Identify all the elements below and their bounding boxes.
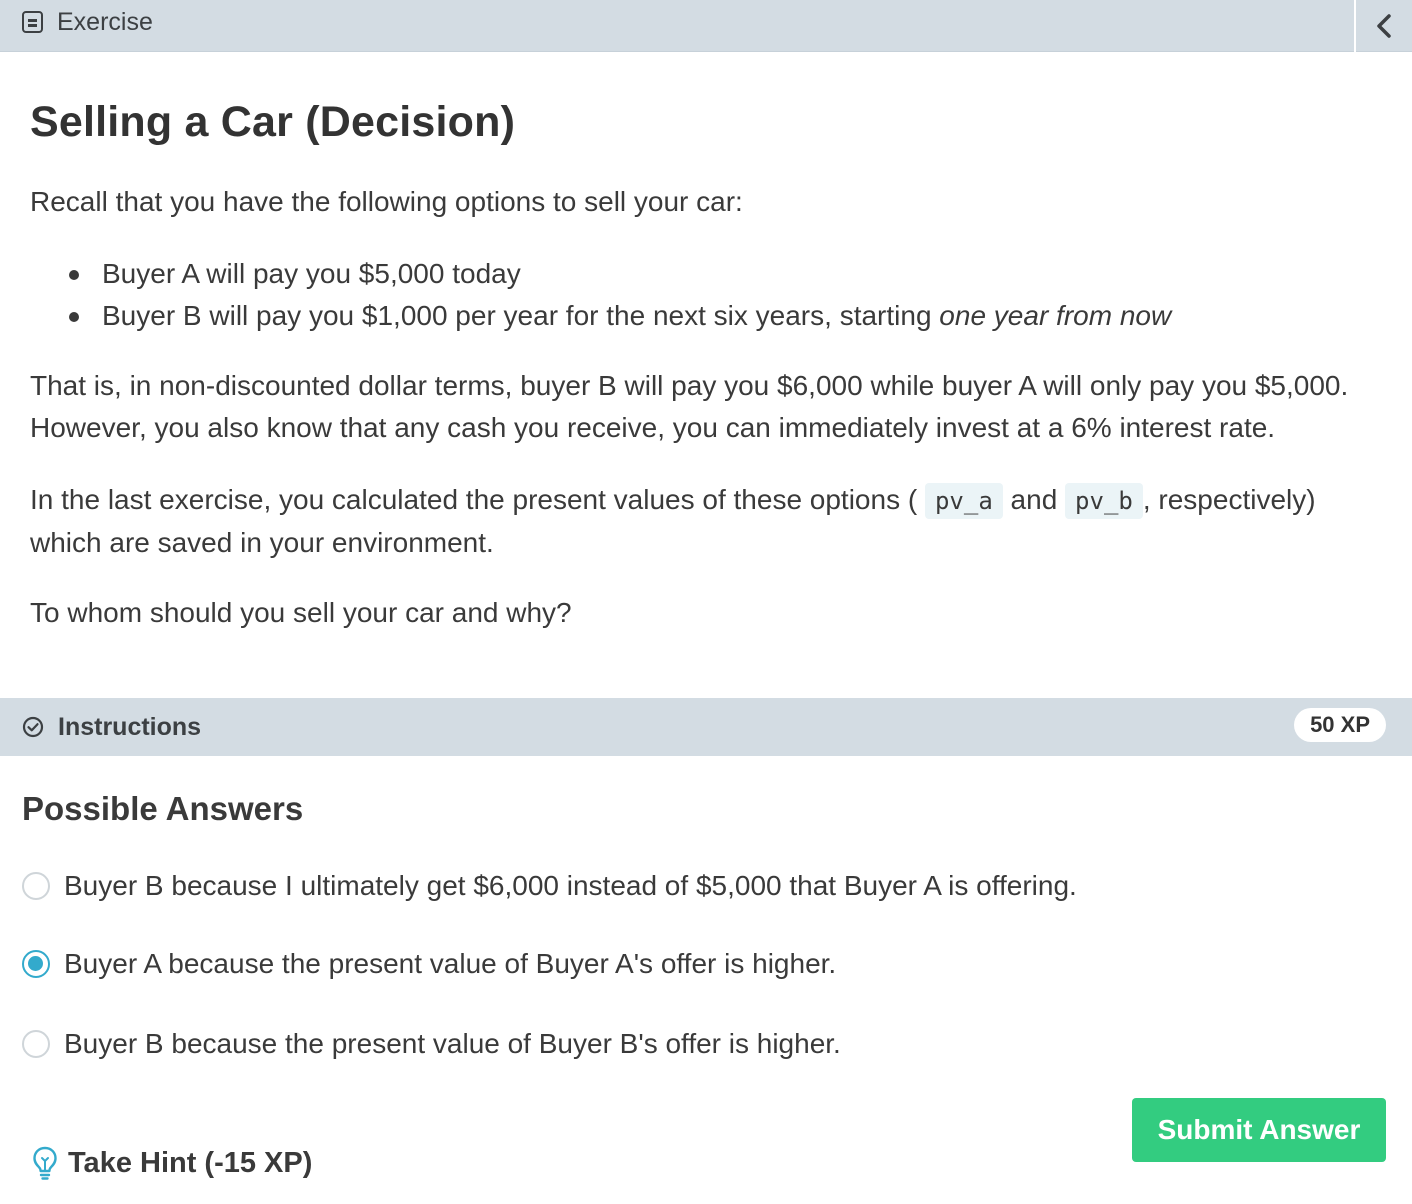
answer-option-1[interactable]: Buyer B because I ultimately get $6,000 … [22,870,1077,902]
submit-answer-button[interactable]: Submit Answer [1132,1098,1386,1162]
exercise-header: Exercise [0,0,1412,52]
question-text: To whom should you sell your car and why… [30,597,572,628]
answer-radio[interactable] [22,872,50,900]
xp-badge: 50 XP [1294,708,1386,742]
answer-option-2[interactable]: Buyer A because the present value of Buy… [22,948,836,980]
code-pv-a: pv_a [924,483,1003,519]
answer-radio[interactable] [22,1030,50,1058]
cash-paragraph-line2: However, you also know that any cash you… [30,412,1276,443]
exercise-title: Selling a Car (Decision) [30,98,516,146]
option-item: Buyer B will pay you $1,000 per year for… [69,295,1390,337]
collapse-panel-button[interactable] [1354,0,1412,52]
take-hint-button[interactable]: Take Hint (-15 XP) [32,1146,312,1180]
intro-text: Recall that you have the following optio… [30,186,743,217]
option-emphasis: one year from now [939,300,1172,331]
check-circle-icon [22,716,44,738]
instructions-label: Instructions [58,712,202,741]
instructions-label-group: Instructions [22,698,201,756]
answer-radio-selected[interactable] [22,950,50,978]
cash-paragraph: That is, in non-discounted dollar terms,… [30,365,1390,449]
exercise-header-title: Exercise [57,7,153,36]
option-item-text: Buyer B will pay you $1,000 per year for… [102,300,940,331]
document-icon [22,11,43,33]
chevron-left-icon [1377,14,1391,38]
present-value-paragraph: In the last exercise, you calculated the… [30,479,1390,564]
option-item: Buyer A will pay you $5,000 today [69,253,1390,295]
exercise-header-title-group: Exercise [22,0,153,44]
answer-option-label[interactable]: Buyer A because the present value of Buy… [64,948,836,980]
take-hint-label[interactable]: Take Hint (-15 XP) [68,1147,312,1180]
code-pv-b: pv_b [1065,483,1143,519]
instructions-header: Instructions 50 XP [0,698,1412,756]
pv-text-line2: which are saved in your environment. [30,527,494,558]
possible-answers-title: Possible Answers [22,790,304,827]
answer-option-label[interactable]: Buyer B because the present value of Buy… [64,1028,841,1060]
exercise-content: Selling a Car (Decision) Recall that you… [30,98,1390,634]
answer-option-3[interactable]: Buyer B because the present value of Buy… [22,1028,841,1060]
pv-text-pre: In the last exercise, you calculated the… [30,484,918,515]
option-item-text: Buyer A will pay you $5,000 today [102,258,521,289]
answer-option-label[interactable]: Buyer B because I ultimately get $6,000 … [64,870,1077,902]
pv-text-post: , respectively) [1142,484,1316,515]
cash-paragraph-line1: That is, in non-discounted dollar terms,… [30,370,1349,401]
options-list: Buyer A will pay you $5,000 today Buyer … [30,253,1390,337]
pv-text-and: and [1010,484,1058,515]
lightbulb-icon [33,1146,57,1180]
